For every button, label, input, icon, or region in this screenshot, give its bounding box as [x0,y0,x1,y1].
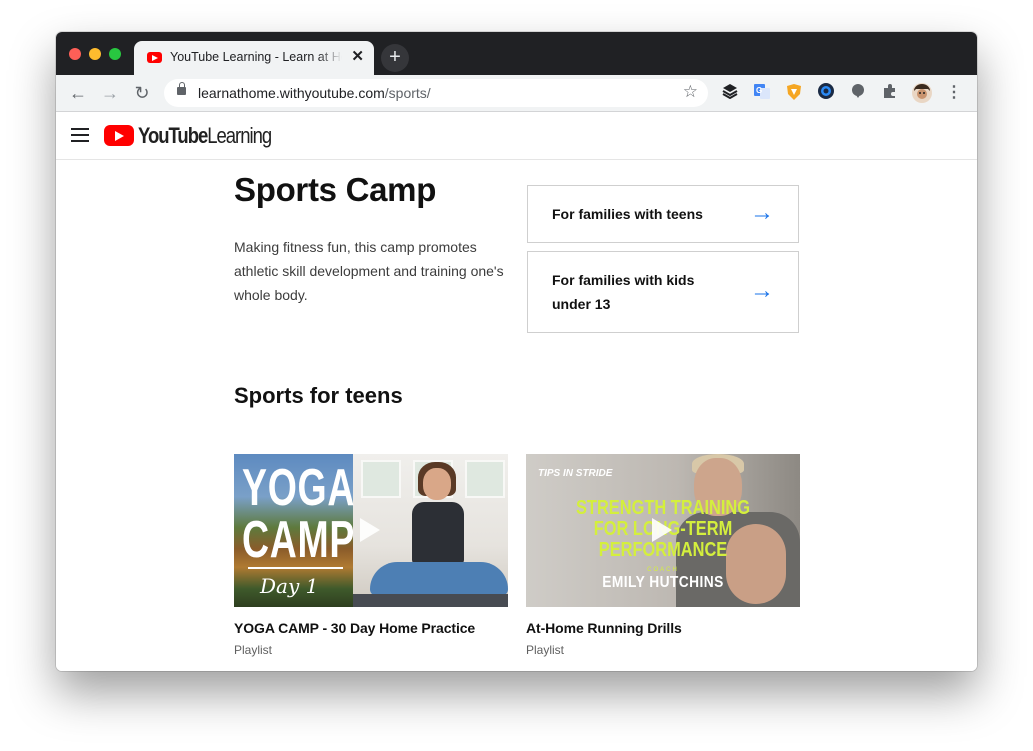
logo-product: Learning [207,123,272,148]
arrow-right-icon: → [750,199,774,226]
page-description: Making fitness fun, this camp promotes a… [234,239,504,303]
forward-button[interactable]: → [98,81,122,105]
close-window-button[interactable] [69,48,81,60]
web-page: YouTubeLearning Sports Camp Making fitne… [56,112,977,671]
minimize-window-button[interactable] [89,48,101,60]
url-path: /sports/ [384,85,431,101]
back-button[interactable]: ← [66,81,90,105]
reload-button[interactable]: ↻ [130,81,154,105]
arrow-right-icon: → [750,277,774,304]
youtube-logo-icon[interactable] [104,125,134,146]
thumb-name: EMILY HUTCHINS [602,574,724,591]
browser-window: YouTube Learning - Learn at Home ✕ + ← →… [56,32,977,671]
video-thumbnail[interactable]: YOGA CAMP Day 1 [234,454,508,607]
video-type: Playlist [526,643,565,657]
lock-icon[interactable] [177,82,186,95]
url-host: learnathome.withyoutube.com [198,85,385,101]
thumb-line-1: STRENGTH TRAINING [575,497,751,519]
play-icon[interactable] [652,518,672,542]
tab-close-icon[interactable]: ✕ [351,49,364,65]
families-kids-link[interactable]: For families with kids under 13 → [527,251,799,333]
section-title: Sports for teens [234,383,403,408]
puzzle-icon[interactable] [880,83,900,103]
hamburger-menu-icon[interactable] [71,128,89,142]
profile-avatar[interactable] [912,83,932,103]
zoom-window-button[interactable] [109,48,121,60]
svg-text:G: G [756,86,762,95]
site-header: YouTubeLearning [56,112,977,160]
families-teens-label: For families with teens [552,206,703,222]
site-logo[interactable]: YouTubeLearning [138,123,272,149]
browser-tab[interactable]: YouTube Learning - Learn at Home ✕ [134,41,374,75]
video-title[interactable]: YOGA CAMP - 30 Day Home Practice [234,620,475,636]
download-extension-icon[interactable] [848,83,868,103]
tab-strip: YouTube Learning - Learn at Home ✕ + [56,32,977,75]
url-text[interactable]: learnathome.withyoutube.com/sports/ [198,85,431,101]
youtube-favicon-icon [147,52,162,63]
address-bar[interactable]: learnathome.withyoutube.com/sports/ ☆ [164,79,708,107]
thumb-text-yoga: YOGA [242,459,356,517]
tab-title: YouTube Learning - Learn at Home [170,50,342,64]
video-thumbnail[interactable]: TIPS IN STRIDE STRENGTH TRAINING FOR LON… [526,454,800,607]
families-teens-link[interactable]: For families with teens → [527,185,799,243]
video-title[interactable]: At-Home Running Drills [526,620,682,636]
thumb-text-day: Day 1 [260,574,319,598]
logo-brand: YouTube [138,123,208,148]
families-kids-label: For families with kids under 13 [552,272,695,312]
thumb-line-3: PERFORMANCE [598,539,728,561]
circle-extension-icon[interactable] [816,83,836,103]
thumb-text-camp: CAMP [242,511,356,569]
play-icon[interactable] [360,518,380,542]
thumb-coach: COACH [647,567,679,573]
google-translate-icon[interactable]: G [752,83,772,103]
bookmark-star-icon[interactable]: ☆ [683,82,698,102]
browser-toolbar: ← → ↻ learnathome.withyoutube.com/sports… [56,75,977,112]
video-type: Playlist [234,643,273,657]
thumb-brand: TIPS IN STRIDE [538,468,613,479]
page-title: Sports Camp [234,171,437,208]
more-menu-icon[interactable]: ⋮ [944,83,964,103]
new-tab-button[interactable]: + [381,44,409,72]
layers-icon[interactable] [720,83,740,103]
brave-shield-icon[interactable] [784,83,804,103]
